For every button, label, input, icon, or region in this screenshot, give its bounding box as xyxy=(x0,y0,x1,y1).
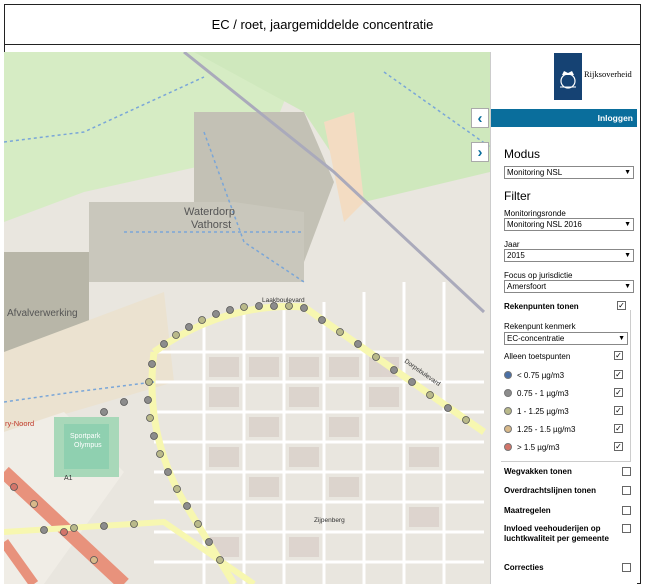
class-color-icon xyxy=(504,425,512,433)
class-color-icon xyxy=(504,371,512,379)
map-label-ry-noord: ry-Noord xyxy=(5,419,34,428)
kenmerk-select[interactable]: EC-concentratie ▼ xyxy=(504,332,628,345)
concentration-class-row[interactable]: 1 - 1.25 µg/m3 ✓ xyxy=(504,404,628,418)
class-checkbox[interactable]: ✓ xyxy=(614,424,623,433)
concentration-class-row[interactable]: < 0.75 µg/m3 ✓ xyxy=(504,368,628,382)
modus-select-value: Monitoring NSL xyxy=(507,168,563,177)
layer-maatregelen-label: Maatregelen xyxy=(504,506,551,515)
class-label: < 0.75 µg/m3 xyxy=(517,370,565,380)
layer-veehouderijen-checkbox[interactable] xyxy=(622,524,631,533)
chevron-down-icon: ▼ xyxy=(618,335,625,342)
focus-label: Focus op jurisdictie xyxy=(504,271,573,280)
layer-correcties-checkbox[interactable] xyxy=(622,563,631,572)
class-label: 0.75 - 1 µg/m3 xyxy=(517,388,569,398)
class-color-icon xyxy=(504,389,512,397)
map-label-waterdorp: Waterdorp xyxy=(184,206,235,218)
rijksoverheid-logo xyxy=(554,53,582,100)
class-label: > 1.5 µg/m3 xyxy=(517,442,560,452)
chevron-down-icon: ▼ xyxy=(624,169,631,176)
concentration-class-row[interactable]: 0.75 - 1 µg/m3 ✓ xyxy=(504,386,628,400)
layer-wegvakken-checkbox[interactable] xyxy=(622,467,631,476)
filter-heading: Filter xyxy=(504,189,531,203)
concentration-class-row[interactable]: 1.25 - 1.5 µg/m3 ✓ xyxy=(504,422,628,436)
layer-overdrachtslijnen-checkbox[interactable] xyxy=(622,486,631,495)
focus-value: Amersfoort xyxy=(507,282,547,291)
map-canvas[interactable]: Waterdorp Vathorst Afvalverwerking Sport… xyxy=(4,52,490,584)
focus-select[interactable]: Amersfoort ▼ xyxy=(504,280,634,293)
class-color-icon xyxy=(504,443,512,451)
layer-correcties-label: Correcties xyxy=(504,563,544,572)
layer-wegvakken-label: Wegvakken tonen xyxy=(504,467,572,476)
layer-maatregelen-checkbox[interactable] xyxy=(622,506,631,515)
jaar-value: 2015 xyxy=(507,251,525,260)
brand-name: Rijksoverheid xyxy=(584,69,632,79)
class-label: 1.25 - 1.5 µg/m3 xyxy=(517,424,576,434)
map-label-zijpenberg: Zijpenberg xyxy=(314,517,345,524)
side-panel: Rijksoverheid Inloggen Modus Monitoring … xyxy=(490,52,637,584)
map-label-sportpark: Sportpark xyxy=(70,433,101,440)
kenmerk-label: Rekenpunt kenmerk xyxy=(504,322,576,331)
chevron-right-icon[interactable]: › xyxy=(471,142,489,162)
chevron-down-icon: ▼ xyxy=(624,221,631,228)
class-color-icon xyxy=(504,407,512,415)
concentration-class-row[interactable]: > 1.5 µg/m3 ✓ xyxy=(504,440,628,454)
jaar-label: Jaar xyxy=(504,240,520,249)
map-label-afvalverwerking: Afvalverwerking xyxy=(7,308,78,319)
class-checkbox[interactable]: ✓ xyxy=(614,406,623,415)
page-title: EC / roet, jaargemiddelde concentratie xyxy=(5,5,640,45)
class-checkbox[interactable]: ✓ xyxy=(614,370,623,379)
map-label-vathorst: Vathorst xyxy=(191,219,231,231)
alleen-toetspunten-toggle[interactable]: Alleen toetspunten ✓ xyxy=(504,349,628,363)
alleen-toetspunten-checkbox[interactable]: ✓ xyxy=(614,351,623,360)
monitoringsronde-select[interactable]: Monitoring NSL 2016 ▼ xyxy=(504,218,634,231)
monitoringsronde-label: Monitoringsronde xyxy=(504,209,566,218)
chevron-left-icon[interactable]: ‹ xyxy=(471,108,489,128)
chevron-down-icon: ▼ xyxy=(624,283,631,290)
kenmerk-value: EC-concentratie xyxy=(507,334,565,343)
rekenpunten-checkbox[interactable]: ✓ xyxy=(617,301,626,310)
class-label: 1 - 1.25 µg/m3 xyxy=(517,406,569,416)
modus-heading: Modus xyxy=(504,147,541,161)
map-label-a1: A1 xyxy=(64,475,73,482)
layer-veehouderijen-label: Invloed veehouderijen op luchtkwaliteit … xyxy=(504,524,609,543)
map-label-olympus: Olympus xyxy=(74,442,102,449)
jaar-select[interactable]: 2015 ▼ xyxy=(504,249,634,262)
map-label-laakboulevard: Laakboulevard xyxy=(262,297,305,304)
class-checkbox[interactable]: ✓ xyxy=(614,442,623,451)
monitoringsronde-value: Monitoring NSL 2016 xyxy=(507,220,582,229)
modus-select[interactable]: Monitoring NSL ▼ xyxy=(504,166,634,179)
chevron-down-icon: ▼ xyxy=(624,252,631,259)
alleen-toetspunten-label: Alleen toetspunten xyxy=(504,351,571,361)
class-checkbox[interactable]: ✓ xyxy=(614,388,623,397)
layer-overdrachtslijnen-label: Overdrachtslijnen tonen xyxy=(504,486,597,495)
map-svg: Waterdorp Vathorst Afvalverwerking Sport… xyxy=(4,52,490,584)
login-button[interactable]: Inloggen xyxy=(491,109,637,127)
